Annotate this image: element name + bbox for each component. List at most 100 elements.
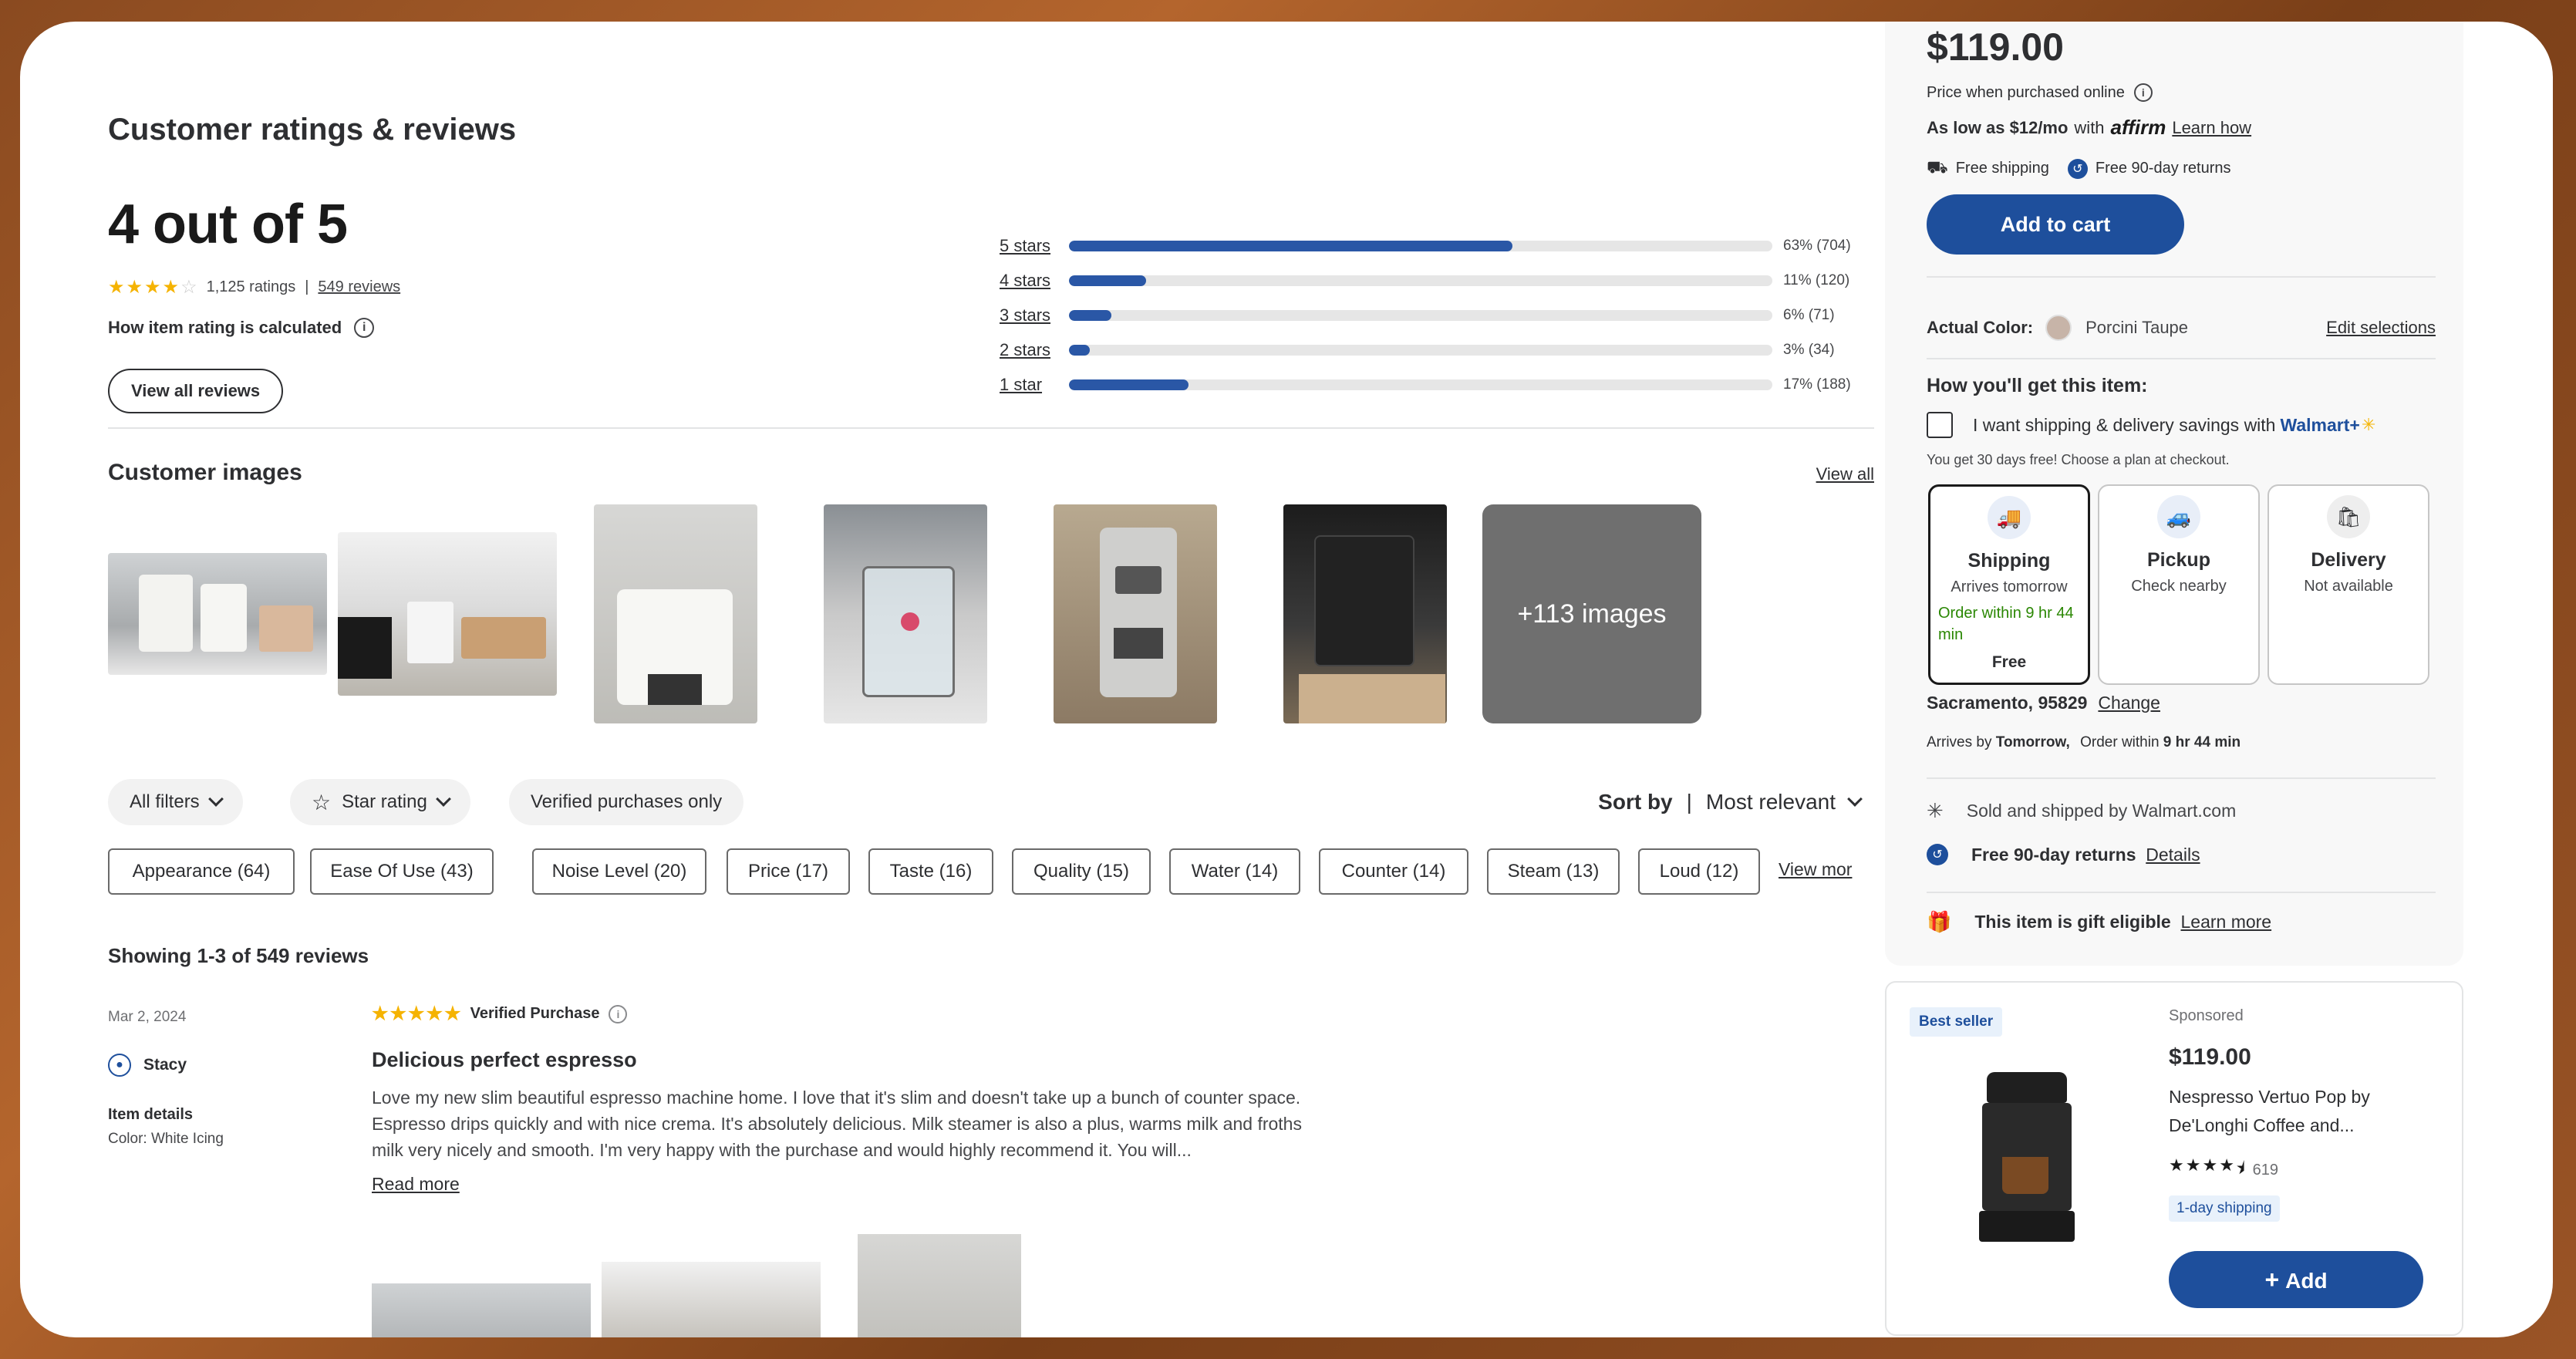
histogram-row[interactable]: 1 star 17% (188) <box>1000 367 1886 402</box>
view-all-images-link[interactable]: View all <box>1816 464 1874 484</box>
histogram-label[interactable]: 4 stars <box>1000 271 1069 291</box>
histogram-fill <box>1069 309 1111 321</box>
add-to-cart-button[interactable]: Add to cart <box>1927 194 2184 255</box>
histogram-track <box>1069 344 1772 356</box>
how-rating-calculated[interactable]: How item rating is calculated i <box>108 318 375 338</box>
location-text: Sacramento, 95829 <box>1927 693 2088 713</box>
histogram-row[interactable]: 4 stars 11% (120) <box>1000 263 1886 298</box>
topic-tag[interactable]: Steam (13) <box>1487 848 1620 895</box>
star-icon: ★ <box>126 277 143 298</box>
shipping-perks: ⛟ Free shipping ↺ Free 90-day returns <box>1927 157 2231 180</box>
star-outline-icon: ☆ <box>312 790 332 814</box>
option-subtitle: Arrives tomorrow <box>1951 578 2068 595</box>
customer-image[interactable] <box>338 504 557 723</box>
sponsored-product-card: Best seller Sponsored $119.00 Nespresso … <box>1885 981 2463 1336</box>
customer-image[interactable] <box>594 504 757 723</box>
review-title: Delicious perfect espresso <box>372 1048 637 1071</box>
customer-image[interactable] <box>1283 504 1447 723</box>
arrives-day: Tomorrow, <box>1995 734 2070 750</box>
arrives-by: Arrives by Tomorrow, Order within 9 hr 4… <box>1927 734 2241 751</box>
view-all-reviews-button[interactable]: View all reviews <box>108 369 284 413</box>
photo-kitchen-counter <box>338 532 557 696</box>
sort-control[interactable]: Sort by | Most relevant <box>1598 779 1863 825</box>
delivery-option[interactable]: 🛍 Delivery Not available <box>2267 484 2429 685</box>
returns-details-link[interactable]: Details <box>2146 845 2200 865</box>
review-image[interactable] <box>602 1262 821 1337</box>
option-title: Shipping <box>1967 550 2051 572</box>
star-icon: ★ <box>2219 1155 2234 1175</box>
star-icon: ★ <box>426 1003 443 1024</box>
divider <box>1927 892 2436 893</box>
topic-tag[interactable]: Taste (16) <box>868 848 993 895</box>
histogram-label[interactable]: 5 stars <box>1000 236 1069 256</box>
histogram-track <box>1069 240 1772 251</box>
info-icon[interactable]: i <box>354 318 375 338</box>
customer-image[interactable] <box>108 504 327 723</box>
topic-tag[interactable]: Water (14) <box>1169 848 1300 895</box>
customer-image[interactable] <box>1054 504 1217 723</box>
sponsored-rating-count: 619 <box>2252 1161 2278 1179</box>
topic-tag[interactable]: Price (17) <box>727 848 850 895</box>
more-images-tile[interactable]: +113 images <box>1482 504 1701 723</box>
topic-tag[interactable]: Counter (14) <box>1319 848 1468 895</box>
add-label: Add <box>2285 1268 2328 1293</box>
histogram-label[interactable]: 3 stars <box>1000 305 1069 325</box>
star-icon: ★ <box>408 1003 425 1024</box>
shipping-option[interactable]: 🚚 Shipping Arrives tomorrow Order within… <box>1928 484 2090 685</box>
sort-value: Most relevant <box>1705 790 1836 814</box>
view-more-tags-link[interactable]: View mor <box>1779 859 1852 880</box>
topic-tag[interactable]: Appearance (64) <box>108 848 295 895</box>
edit-selections-link[interactable]: Edit selections <box>2326 318 2436 338</box>
arrives-prefix: Arrives by <box>1927 734 1992 750</box>
spark-icon: ✳ <box>1927 799 1944 822</box>
verified-purchases-filter[interactable]: Verified purchases only <box>509 779 744 825</box>
topic-tag[interactable]: Quality (15) <box>1012 848 1151 895</box>
topic-tag[interactable]: Noise Level (20) <box>532 848 706 895</box>
truck-icon: ⛟ <box>1927 157 1948 177</box>
option-price: Free <box>1991 653 2027 671</box>
gift-learn-more-link[interactable]: Learn more <box>2180 912 2271 932</box>
best-seller-badge: Best seller <box>1910 1007 2003 1037</box>
affirm-learn-how-link[interactable]: Learn how <box>2172 118 2251 138</box>
how-calc-label: How item rating is calculated <box>108 318 342 337</box>
sponsored-product-name[interactable]: Nespresso Vertuo Pop by De'Longhi Coffee… <box>2169 1083 2431 1140</box>
info-icon[interactable]: i <box>609 1004 628 1023</box>
histogram-row[interactable]: 2 stars 3% (34) <box>1000 332 1886 367</box>
histogram-row[interactable]: 5 stars 63% (704) <box>1000 228 1886 263</box>
histogram-label[interactable]: 2 stars <box>1000 340 1069 360</box>
all-filters-button[interactable]: All filters <box>108 779 243 825</box>
histogram-label[interactable]: 1 star <box>1000 375 1069 395</box>
read-more-link[interactable]: Read more <box>372 1174 1297 1195</box>
star-half-icon: ⯨ <box>2235 1158 2245 1178</box>
topic-tag[interactable]: Ease Of Use (43) <box>310 848 494 895</box>
walmart-plus-option[interactable]: I want shipping & delivery savings with … <box>1927 412 2375 438</box>
histogram-row[interactable]: 3 stars 6% (71) <box>1000 298 1886 332</box>
info-icon[interactable]: i <box>2133 83 2153 102</box>
item-details-value: Color: White Icing <box>108 1131 224 1147</box>
histogram-percent: 3% (34) <box>1783 341 1835 358</box>
option-subtitle: Not available <box>2304 578 2393 595</box>
change-location-link[interactable]: Change <box>2098 693 2160 713</box>
sort-by-label: Sort by <box>1598 790 1673 814</box>
histogram-track <box>1069 275 1772 286</box>
star-rating-filter[interactable]: ☆ Star rating <box>290 779 470 825</box>
product-image-nespresso[interactable] <box>1979 1072 2075 1248</box>
pickup-option[interactable]: 🚙 Pickup Check nearby <box>2098 484 2260 685</box>
option-title: Delivery <box>2311 549 2386 571</box>
free-returns-label: Free 90-day returns <box>2095 160 2231 177</box>
walmart-plus-checkbox[interactable] <box>1927 412 1953 438</box>
histogram-fill <box>1069 344 1091 356</box>
order-within-prefix: Order within <box>2080 734 2160 750</box>
customer-image[interactable] <box>824 504 987 723</box>
topic-tag[interactable]: Loud (12) <box>1638 848 1760 895</box>
reviews-link[interactable]: 549 reviews <box>318 278 400 296</box>
order-within-time: 9 hr 44 min <box>2163 734 2241 750</box>
photo-water-tank <box>824 504 987 723</box>
shipping-truck-icon: 🚚 <box>1988 496 2031 539</box>
add-sponsored-button[interactable]: + Add <box>2169 1251 2423 1308</box>
review-stars: ★ ★ ★ ★ ★ <box>372 1003 461 1025</box>
review-image[interactable] <box>858 1234 1021 1337</box>
affirm-with: with <box>2074 117 2105 137</box>
review-image[interactable] <box>372 1283 591 1337</box>
product-price: $119.00 <box>1927 25 2064 69</box>
